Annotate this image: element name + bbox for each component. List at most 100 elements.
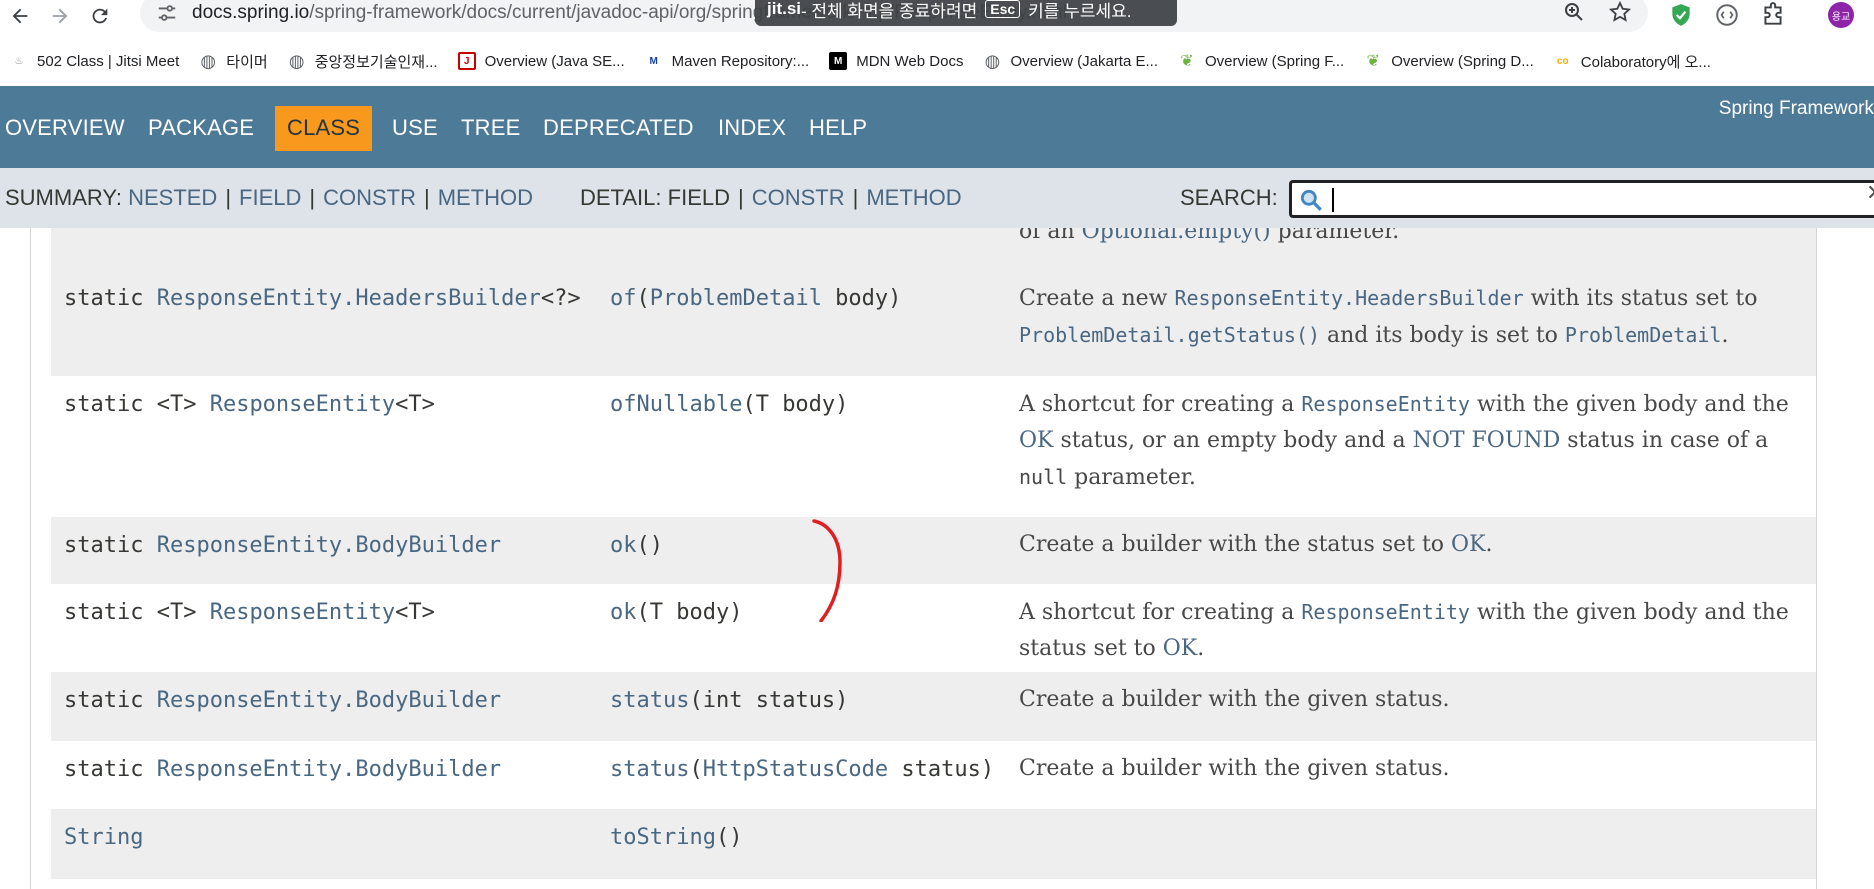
shield-extension-icon[interactable] — [1668, 2, 1694, 28]
nav-separator: | — [424, 185, 430, 210]
search-label: SEARCH: — [1180, 185, 1278, 210]
site-settings-icon[interactable] — [156, 2, 178, 24]
zoom-icon[interactable] — [1562, 0, 1586, 24]
param-type-link[interactable]: HttpStatusCode — [703, 757, 888, 782]
bookmark-item[interactable]: ❦ Overview (Spring F... — [1178, 52, 1344, 71]
description-link[interactable]: OK — [1163, 636, 1197, 661]
return-type-link[interactable]: String — [64, 825, 143, 850]
extensions-puzzle-icon[interactable] — [1760, 2, 1786, 28]
nav-tree[interactable]: TREE — [461, 115, 520, 141]
forward-button[interactable] — [40, 0, 80, 32]
table-row: static ResponseEntity.BodyBuilder status(… — [51, 672, 1816, 741]
return-type-link[interactable]: ResponseEntity — [210, 600, 395, 625]
profile-avatar[interactable]: 용교 — [1828, 2, 1854, 28]
summary-link-nested[interactable]: NESTED — [128, 185, 217, 210]
bookmark-item[interactable]: ♨ 502 Class | Jitsi Meet — [10, 52, 180, 70]
bookmark-label: 타이머 — [226, 53, 268, 71]
summary-link-method[interactable]: METHOD — [438, 185, 533, 210]
globe-icon: ◍ — [984, 50, 1001, 71]
return-type-link[interactable]: ResponseEntity — [210, 392, 395, 417]
description-cell: Create a builder with the status set to … — [1019, 527, 1804, 563]
modifier-type-cell: static <T> ResponseEntity<T> — [64, 600, 435, 625]
bookmark-label: Overview (Spring D... — [1391, 52, 1534, 70]
description-link[interactable]: ResponseEntity.HeadersBuilder — [1174, 286, 1523, 310]
method-name-link[interactable]: ofNullable — [610, 392, 742, 417]
description-link[interactable]: ProblemDetail — [1565, 323, 1722, 347]
bookmark-item[interactable]: ◍ 중앙정보기술인재... — [288, 51, 438, 72]
reload-button[interactable] — [80, 0, 120, 32]
description-cell: A shortcut for creating a ResponseEntity… — [1019, 386, 1804, 496]
mdn-icon: M — [829, 52, 848, 70]
bookmark-item[interactable]: M MDN Web Docs — [829, 52, 963, 70]
nav-deprecated[interactable]: DEPRECATED — [543, 115, 694, 141]
reset-search-icon[interactable]: ✕ — [1866, 180, 1874, 206]
detail-link-constr[interactable]: CONSTR — [752, 185, 845, 210]
nav-index[interactable]: INDEX — [718, 115, 786, 141]
method-name-link[interactable]: of — [610, 286, 637, 311]
description-text: . — [1721, 323, 1729, 348]
description-text: Create a builder with the status set to — [1019, 532, 1452, 557]
description-link[interactable]: OK — [1451, 532, 1485, 557]
detail-link-method[interactable]: METHOD — [866, 185, 961, 210]
method-cell: ok() — [610, 533, 663, 558]
method-name-link[interactable]: status — [610, 757, 689, 782]
nav-class: CLASS — [275, 106, 373, 151]
bookmark-star-icon[interactable] — [1608, 0, 1632, 24]
method-params: ( — [636, 286, 650, 311]
method-name-link[interactable]: ok — [610, 533, 637, 558]
red-pen-annotation — [812, 519, 842, 622]
bookmark-item[interactable]: M Maven Repository:... — [645, 52, 809, 70]
modifier: static — [64, 286, 157, 311]
extension-circle-icon[interactable] — [1714, 2, 1740, 28]
description-link[interactable]: OK — [1019, 428, 1053, 453]
nav-overview[interactable]: OVERVIEW — [5, 115, 125, 141]
return-type-link[interactable]: ResponseEntity.BodyBuilder — [157, 757, 501, 782]
bookmark-item[interactable]: ◍ 타이머 — [199, 51, 267, 72]
javadoc-sub-nav: SUMMARY: NESTED | FIELD | CONSTR | METHOD DETA… — [0, 168, 1874, 228]
bookmark-item[interactable]: ◍ Overview (Jakarta E... — [983, 50, 1158, 71]
description-cell: Create a builder with the given status. — [1019, 751, 1804, 787]
reload-icon — [92, 8, 108, 24]
description-link[interactable]: NOT FOUND — [1413, 428, 1561, 453]
description-link[interactable]: ProblemDetail.getStatus() — [1019, 323, 1320, 347]
nav-package[interactable]: PACKAGE — [148, 115, 254, 141]
maven-icon: M — [649, 55, 658, 67]
optional-empty-link[interactable]: Optional.empty() — [1082, 228, 1271, 244]
return-type-link[interactable]: ResponseEntity.BodyBuilder — [157, 688, 501, 713]
description-link[interactable]: ResponseEntity — [1301, 600, 1470, 624]
fullscreen-text-before: - 전체 화면을 종료하려면 — [801, 1, 978, 21]
bookmark-item[interactable]: co Colaboratory에 오... — [1554, 51, 1711, 72]
method-cell: status(HttpStatusCode status) — [610, 757, 994, 782]
description-cell: Create a new ResponseEntity.HeadersBuild… — [1019, 280, 1804, 354]
summary-link-field[interactable]: FIELD — [239, 185, 301, 210]
return-type-link[interactable]: ResponseEntity.BodyBuilder — [157, 533, 501, 558]
method-name-link[interactable]: status — [610, 688, 689, 713]
return-type-link[interactable]: ResponseEntity.HeadersBuilder — [157, 286, 541, 311]
method-cell: of(ProblemDetail body) — [610, 286, 901, 311]
table-row: static ResponseEntity.BodyBuilder ok() Cre… — [51, 517, 1816, 584]
bookmark-item[interactable]: ❦ Overview (Spring D... — [1364, 52, 1534, 71]
summary-link-constr[interactable]: CONSTR — [323, 185, 416, 210]
fullscreen-notice: jit.si - 전체 화면을 종료하려면 Esc 키를 누르세요. — [755, 0, 1177, 26]
profile-label: 용교 — [1831, 11, 1851, 23]
method-name-link[interactable]: toString — [610, 825, 716, 850]
description-link[interactable]: ResponseEntity — [1301, 392, 1470, 416]
description-text: null — [1019, 465, 1068, 489]
back-button[interactable] — [0, 0, 40, 32]
nav-help[interactable]: HELP — [809, 115, 867, 141]
fullscreen-app: jit.si — [767, 0, 802, 18]
bookmark-label: MDN Web Docs — [856, 52, 964, 70]
search-input[interactable] — [1330, 185, 1870, 213]
method-name-link[interactable]: ok — [610, 600, 637, 625]
nav-use[interactable]: USE — [392, 115, 438, 141]
description-text: Create a builder with the given status. — [1019, 687, 1450, 712]
generic-param: <T> — [156, 600, 210, 625]
param-type-link[interactable]: ProblemDetail — [650, 286, 822, 311]
table-row: static ResponseEntity.HeadersBuilder<?> o… — [51, 270, 1816, 376]
type-suffix: <T> — [395, 600, 435, 625]
java-icon: J — [457, 52, 476, 70]
search-box[interactable] — [1289, 180, 1874, 218]
detail-link-field: FIELD — [667, 185, 730, 210]
description-text: A shortcut for creating a — [1019, 392, 1302, 417]
bookmark-item[interactable]: J Overview (Java SE... — [457, 52, 625, 70]
